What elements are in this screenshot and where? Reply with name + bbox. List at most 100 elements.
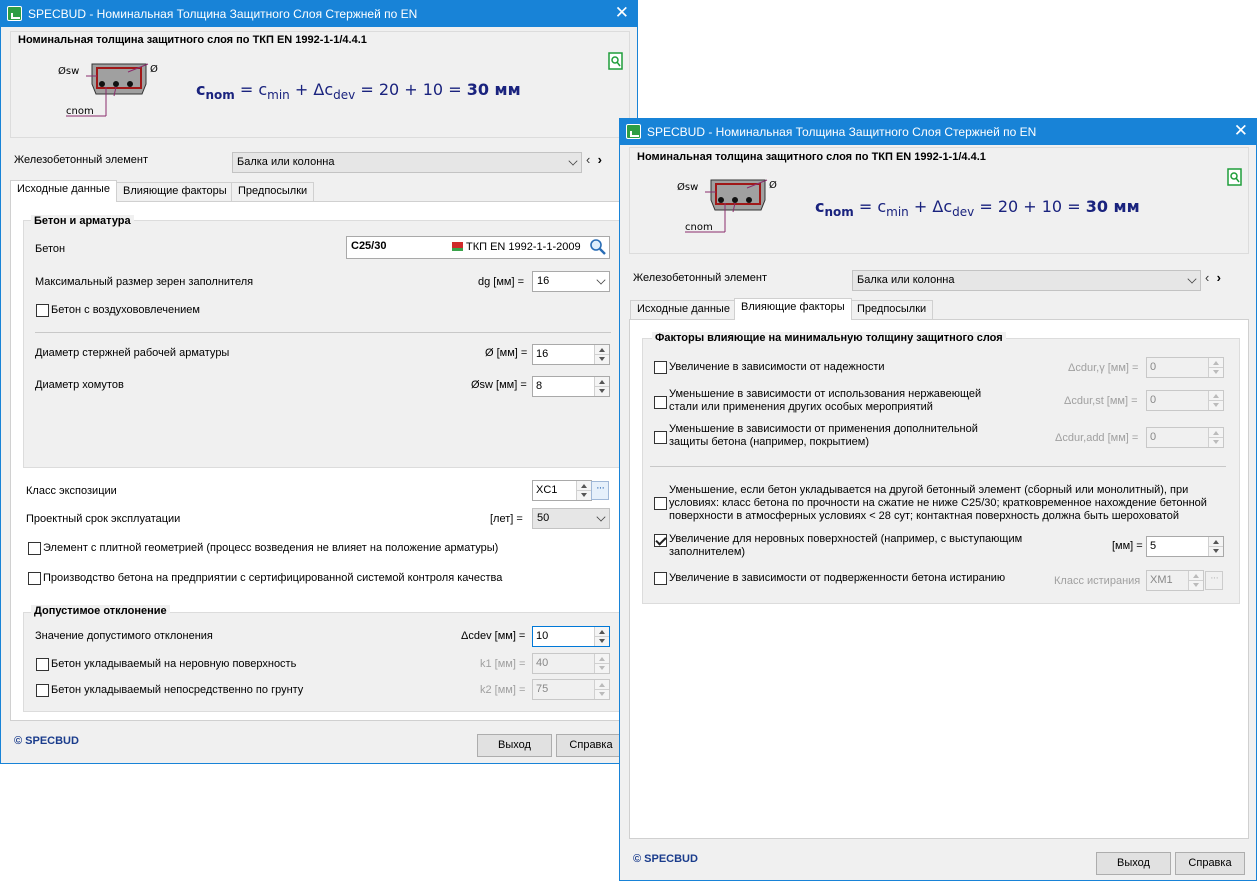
- tab-input[interactable]: Исходные данные: [10, 180, 117, 202]
- f1-spinner[interactable]: 0: [1146, 357, 1224, 378]
- f2-checkbox[interactable]: [654, 396, 667, 409]
- help-button[interactable]: Справка: [1175, 852, 1245, 875]
- prev-arrow-icon[interactable]: ‹: [1205, 270, 1209, 285]
- concrete-label: Бетон: [35, 243, 66, 255]
- report-icon[interactable]: [608, 52, 624, 70]
- quality-checkbox[interactable]: [28, 572, 41, 585]
- f5-spinner[interactable]: 5: [1146, 536, 1224, 557]
- f3-checkbox[interactable]: [654, 431, 667, 444]
- spinner-arrows-icon: [1188, 571, 1203, 590]
- cross-section-diagram: Øsw Ø cnom: [677, 179, 777, 233]
- f1-checkbox[interactable]: [654, 361, 667, 374]
- chevron-down-icon: [568, 156, 578, 166]
- copyright[interactable]: © SPECBUD: [633, 853, 698, 865]
- divider: [35, 332, 611, 333]
- exit-button[interactable]: Выход: [1096, 852, 1171, 875]
- exit-button[interactable]: Выход: [477, 734, 552, 757]
- air-checkbox[interactable]: [36, 304, 49, 317]
- label-phi: Ø: [150, 63, 158, 75]
- rebar-symbol: Ø [мм] =: [485, 347, 528, 359]
- chevron-down-icon: [1187, 274, 1197, 284]
- close-icon[interactable]: ✕: [1234, 121, 1248, 141]
- exposure-more-button[interactable]: ···: [591, 481, 609, 500]
- uneven-spinner[interactable]: 40: [532, 653, 610, 674]
- title-bar[interactable]: SPECBUD - Номинальная Толщина Защитного …: [620, 119, 1256, 145]
- f5-label: Увеличение для неровных поверхностей (на…: [669, 533, 1023, 558]
- f6-checkbox[interactable]: [654, 572, 667, 585]
- element-select[interactable]: Балка или колонна: [852, 270, 1201, 291]
- spinner-arrows-icon: [594, 377, 609, 396]
- aggregate-label: Максимальный размер зерен заполнителя: [35, 276, 254, 288]
- tab-factors[interactable]: Влияющие факторы: [116, 182, 234, 201]
- next-arrow-icon[interactable]: ›: [1217, 270, 1221, 285]
- cross-section-diagram: Øsw Ø cnom: [58, 63, 158, 117]
- f5-checkbox[interactable]: [654, 534, 667, 547]
- air-label: Бетон с воздухововлечением: [51, 304, 200, 316]
- element-nav[interactable]: ‹ ›: [586, 152, 602, 167]
- tab-page-factors: Факторы влияющие на минимальную толщину …: [629, 319, 1249, 839]
- flag-icon: [449, 242, 463, 251]
- f3-spinner[interactable]: 0: [1146, 427, 1224, 448]
- tab-factors[interactable]: Влияющие факторы: [734, 298, 852, 320]
- help-button[interactable]: Справка: [556, 734, 626, 757]
- tab-input[interactable]: Исходные данные: [630, 300, 737, 319]
- quality-label: Производство бетона на предприятии с сер…: [43, 572, 503, 584]
- rebar-spinner[interactable]: 16: [532, 344, 610, 365]
- uneven-label: Бетон укладываемый на неровную поверхнос…: [51, 658, 297, 670]
- window-title: SPECBUD - Номинальная Толщина Защитного …: [647, 125, 1037, 139]
- rebar-dot: [99, 81, 105, 87]
- group-concrete-title: Бетон и арматура: [31, 215, 134, 227]
- f3-symbol: Δcdur,add [мм] =: [1055, 432, 1139, 444]
- concrete-field[interactable]: C25/30 ТКП EN 1992-1-1-2009: [346, 236, 610, 259]
- rebar-dot: [732, 197, 738, 203]
- tab-page-input: Бетон и арматура Бетон C25/30 ТКП EN 199…: [10, 201, 630, 721]
- dev-label: Значение допустимого отклонения: [35, 630, 213, 642]
- factors-window: SPECBUD - Номинальная Толщина Защитного …: [619, 118, 1257, 881]
- f6-more-button[interactable]: ···: [1205, 571, 1223, 590]
- f6-spinner[interactable]: XM1: [1146, 570, 1204, 591]
- aggregate-select[interactable]: 16: [532, 271, 610, 292]
- element-nav[interactable]: ‹ ›: [1205, 270, 1221, 285]
- chevron-down-icon: [596, 275, 606, 285]
- slab-checkbox[interactable]: [28, 542, 41, 555]
- prev-arrow-icon[interactable]: ‹: [586, 152, 590, 167]
- rebar-dot: [746, 197, 752, 203]
- f2-spinner[interactable]: 0: [1146, 390, 1224, 411]
- f4-checkbox[interactable]: [654, 497, 667, 510]
- slab-label: Элемент с плитной геометрией (процесс во…: [43, 542, 499, 554]
- ground-spinner[interactable]: 75: [532, 679, 610, 700]
- ground-label: Бетон укладываемый непосредственно по гр…: [51, 684, 304, 696]
- header-panel: Номинальная толщина защитного слоя по ТК…: [10, 31, 630, 138]
- spinner-arrows-icon: [576, 481, 591, 500]
- label-phi-sw: Øsw: [677, 181, 698, 193]
- close-icon[interactable]: ✕: [615, 3, 629, 23]
- title-bar[interactable]: SPECBUD - Номинальная Толщина Защитного …: [1, 1, 637, 27]
- rebar-dot: [113, 81, 119, 87]
- tab-assumptions[interactable]: Предпосылки: [850, 300, 934, 319]
- label-phi: Ø: [769, 179, 777, 191]
- app-icon: [626, 124, 641, 139]
- life-select[interactable]: 50: [532, 508, 610, 529]
- next-arrow-icon[interactable]: ›: [598, 152, 602, 167]
- aggregate-symbol: dg [мм] =: [478, 276, 525, 288]
- header-panel: Номинальная толщина защитного слоя по ТК…: [629, 147, 1249, 254]
- rebar-label: Диаметр стержней рабочей арматуры: [35, 347, 230, 359]
- f5-symbol: [мм] =: [1112, 540, 1143, 552]
- spinner-arrows-icon: [594, 627, 609, 646]
- copyright[interactable]: © SPECBUD: [14, 735, 79, 747]
- spinner-arrows-icon: [594, 654, 609, 673]
- f6-symbol: Класс истирания: [1054, 575, 1141, 587]
- search-icon[interactable]: [589, 238, 607, 256]
- element-select[interactable]: Балка или колонна: [232, 152, 582, 173]
- dev-spinner[interactable]: 10: [532, 626, 610, 647]
- report-icon[interactable]: [1227, 168, 1243, 186]
- ground-symbol: k2 [мм] =: [480, 684, 526, 696]
- main-window: SPECBUD - Номинальная Толщина Защитного …: [0, 0, 638, 764]
- uneven-checkbox[interactable]: [36, 658, 49, 671]
- spinner-arrows-icon: [1208, 428, 1223, 447]
- tab-assumptions[interactable]: Предпосылки: [231, 182, 315, 201]
- divider: [650, 466, 1226, 467]
- stirrup-spinner[interactable]: 8: [532, 376, 610, 397]
- exposure-spinner[interactable]: XC1: [532, 480, 592, 501]
- ground-checkbox[interactable]: [36, 684, 49, 697]
